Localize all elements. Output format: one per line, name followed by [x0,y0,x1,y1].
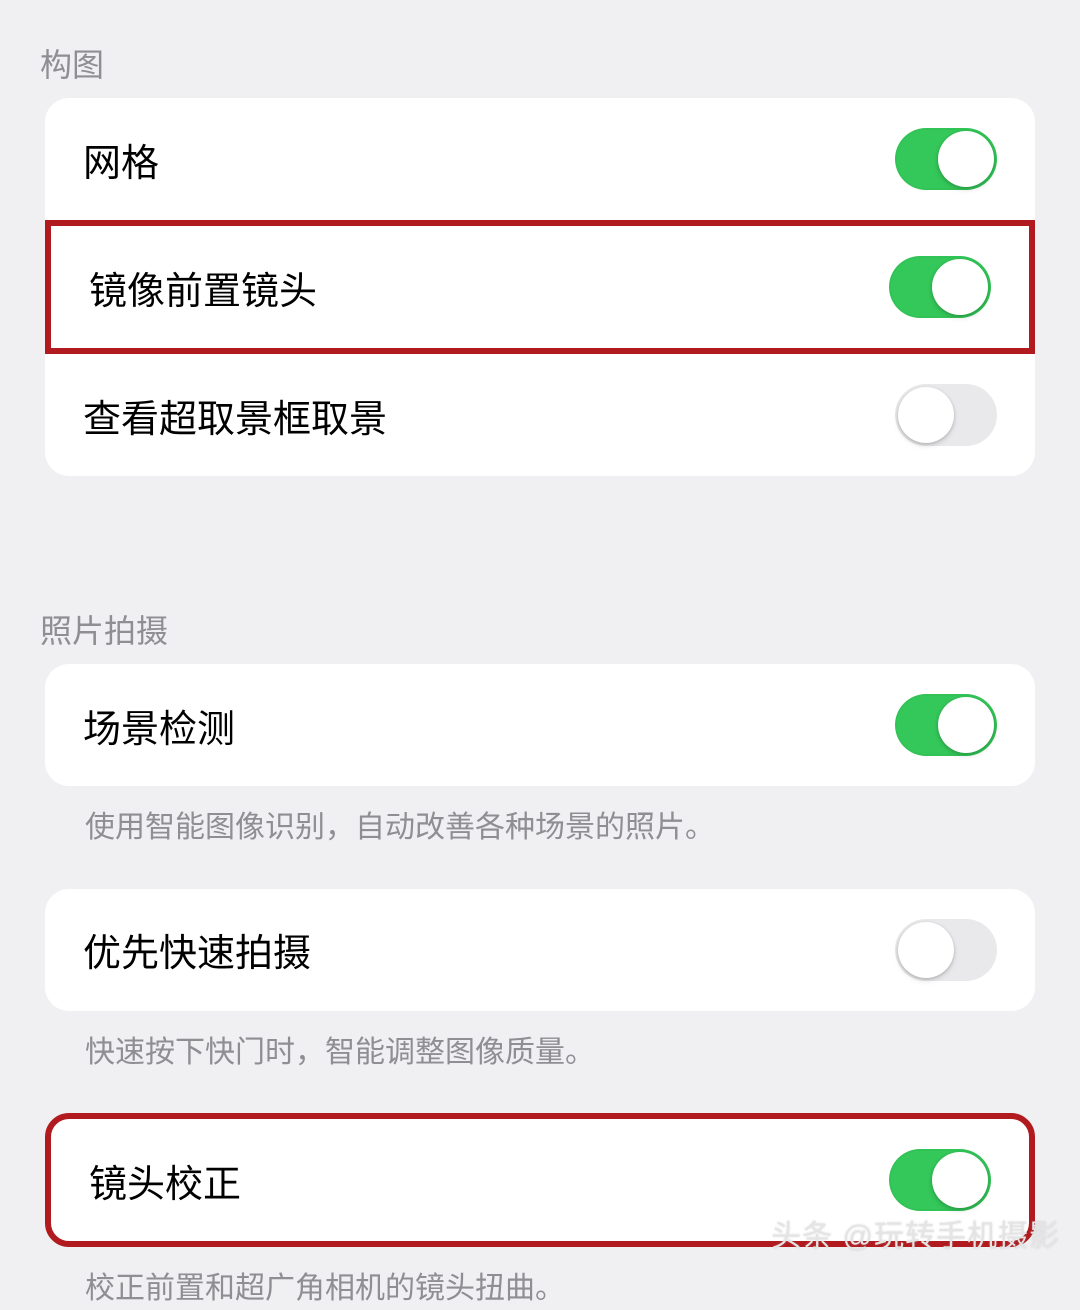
row-prioritize-label: 优先快速拍摄 [83,922,311,977]
row-grid-label: 网格 [83,132,159,187]
section-header-photo-capture: 照片拍摄 [0,606,1080,664]
toggle-grid[interactable] [895,128,997,190]
row-prioritize-fast-shooting[interactable]: 优先快速拍摄 [45,889,1035,1011]
card-group-prioritize-fast: 优先快速拍摄 [45,889,1035,1011]
caption-lens-correction: 校正前置和超广角相机的镜头扭曲。 [45,1247,1035,1310]
toggle-knob [898,387,954,443]
watermark: 头条 @玩转手机摄影 [771,1211,1060,1255]
toggle-lens-correction[interactable] [889,1149,991,1211]
caption-scene-detection: 使用智能图像识别，自动改善各种场景的照片。 [45,786,1035,849]
row-view-outside-label: 查看超取景框取景 [83,388,387,443]
toggle-knob [938,131,994,187]
card-group-composition: 网格 镜像前置镜头 查看超取景框取景 [45,98,1035,476]
caption-prioritize-fast: 快速按下快门时，智能调整图像质量。 [45,1011,1035,1074]
row-lens-correction-label: 镜头校正 [89,1153,241,1208]
row-view-outside-frame[interactable]: 查看超取景框取景 [45,354,1035,476]
toggle-knob [898,922,954,978]
section-header-composition: 构图 [0,40,1080,98]
toggle-scene-detection[interactable] [895,694,997,756]
row-grid[interactable]: 网格 [45,98,1035,220]
row-scene-detection[interactable]: 场景检测 [45,664,1035,786]
toggle-knob [932,259,988,315]
card-group-scene-detection: 场景检测 [45,664,1035,786]
toggle-prioritize-fast-shooting[interactable] [895,919,997,981]
toggle-knob [938,697,994,753]
toggle-view-outside-frame[interactable] [895,384,997,446]
toggle-knob [932,1152,988,1208]
row-mirror-front-camera[interactable]: 镜像前置镜头 [45,220,1035,354]
row-scene-detection-label: 场景检测 [83,698,235,753]
row-mirror-front-label: 镜像前置镜头 [89,260,317,315]
watermark-text: 头条 @玩转手机摄影 [771,1211,1060,1255]
toggle-mirror-front-camera[interactable] [889,256,991,318]
